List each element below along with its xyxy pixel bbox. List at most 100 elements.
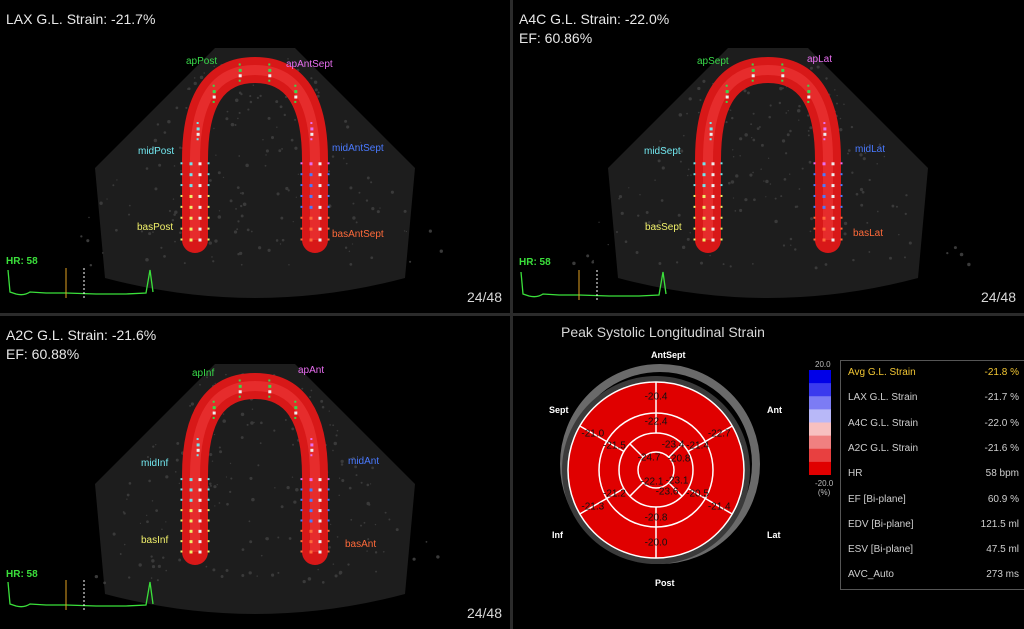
tracking-point (721, 206, 723, 208)
segment-label-ap-left: apPost (186, 56, 217, 67)
tracking-point (328, 184, 330, 186)
stats-row: LAX G.L. Strain -21.7 % (841, 386, 1024, 411)
tracking-point (190, 195, 193, 198)
tracking-point (310, 540, 313, 543)
ecg-trace[interactable] (6, 266, 156, 300)
tracking-point (841, 173, 843, 175)
tracking-point (208, 509, 210, 511)
stats-label: A4C G.L. Strain (848, 418, 918, 429)
tracking-point (199, 228, 202, 231)
tracking-point (208, 478, 210, 480)
tracking-point (190, 184, 193, 187)
stats-row: ESV [Bi-plane] 47.5 ml (841, 538, 1024, 563)
frame-counter: 24/48 (467, 289, 502, 305)
tracking-point (268, 80, 270, 82)
tracking-point (199, 499, 202, 502)
tracking-point (199, 184, 202, 187)
colorbar-swatch (809, 462, 831, 475)
tracking-point (190, 206, 193, 209)
segment-label-bas-left: basPost (137, 222, 173, 233)
a2c-view-panel[interactable]: A2C G.L. Strain: -21.6% EF: 60.88% apInf ap… (0, 316, 510, 629)
tracking-point (712, 239, 715, 242)
tracking-point (328, 478, 330, 480)
tracking-point (208, 488, 210, 490)
ef-value-label: EF: 60.88% (6, 345, 156, 364)
tracking-point (319, 509, 322, 512)
tracking-point (199, 162, 202, 165)
tracking-point (319, 551, 322, 554)
tracking-point (301, 162, 303, 164)
stats-value: 121.5 ml (981, 519, 1019, 530)
tracking-point (190, 509, 193, 512)
tracking-point (832, 206, 835, 209)
tracking-point (328, 499, 330, 501)
tracking-point (814, 162, 816, 164)
tracking-point (823, 162, 826, 165)
tracking-point (181, 509, 183, 511)
ef-value-label: EF: 60.86% (519, 29, 669, 48)
view-title: A4C G.L. Strain: -22.0% EF: 60.86% (519, 10, 669, 48)
tracking-point (199, 206, 202, 209)
tracking-point (199, 509, 202, 512)
tracking-point (310, 478, 313, 481)
tracking-point (310, 162, 313, 165)
frame-counter: 24/48 (981, 289, 1016, 305)
a4c-view-panel[interactable]: A4C G.L. Strain: -22.0% EF: 60.86% apSept a… (513, 0, 1024, 313)
tracking-point (721, 173, 723, 175)
tracking-point (294, 85, 296, 87)
tracking-point (319, 499, 322, 502)
tracking-point (807, 101, 809, 103)
tracking-point (310, 239, 313, 242)
tracking-point (268, 69, 271, 72)
tracking-point (814, 206, 816, 208)
bullseye-plot (513, 316, 813, 616)
colorbar-swatch (809, 449, 831, 463)
tracking-point (814, 184, 816, 186)
tracking-point (197, 127, 200, 130)
ecg-trace[interactable] (6, 578, 156, 612)
stats-label: AVC_Auto (848, 569, 894, 580)
tracking-point (181, 239, 183, 241)
stats-value: 60.9 % (988, 494, 1019, 505)
tracking-point (823, 239, 826, 242)
lax-view-panel[interactable]: LAX G.L. Strain: -21.7% apPost apAntSept mi… (0, 0, 510, 313)
tracking-point (208, 173, 210, 175)
colorbar-max-label: 20.0 (815, 360, 831, 369)
strain-value-label: A2C G.L. Strain: -21.6% (6, 326, 156, 345)
tracking-point (823, 173, 826, 176)
bullseye-panel: Peak Systolic Longitudinal Strain 20.0 -… (513, 316, 1024, 629)
tracking-point (710, 138, 712, 140)
tracking-point (213, 417, 215, 419)
tracking-point (208, 195, 210, 197)
tracking-point (712, 162, 715, 165)
tracking-point (197, 138, 199, 140)
stats-value: -21.7 % (985, 392, 1019, 403)
tracking-point (721, 228, 723, 230)
tracking-point (310, 217, 313, 220)
tracking-point (703, 206, 706, 209)
tracking-point (181, 217, 183, 219)
tracking-point (807, 90, 810, 93)
segment-value: -20.0 (645, 538, 668, 549)
tracking-point (181, 540, 183, 542)
tracking-point (703, 162, 706, 165)
tracking-point (181, 162, 183, 164)
ultrasound-sector (608, 48, 928, 298)
ecg-trace[interactable] (519, 268, 669, 302)
tracking-point (726, 85, 728, 87)
tracking-point (712, 228, 715, 231)
tracking-point (301, 217, 303, 219)
tracking-point (721, 195, 723, 197)
tracking-point (294, 90, 297, 93)
stats-label: EDV [Bi-plane] (848, 519, 914, 530)
tracking-point (294, 412, 297, 415)
tracking-point (712, 173, 715, 176)
segment-value: -21.2 (603, 489, 626, 500)
tracking-point (328, 530, 330, 532)
ultrasound-sector (95, 48, 415, 298)
tracking-point (726, 101, 728, 103)
tracking-point (213, 101, 215, 103)
tracking-point (310, 454, 312, 456)
segment-label-bas-right: basAntSept (332, 229, 384, 240)
tracking-point (310, 499, 313, 502)
